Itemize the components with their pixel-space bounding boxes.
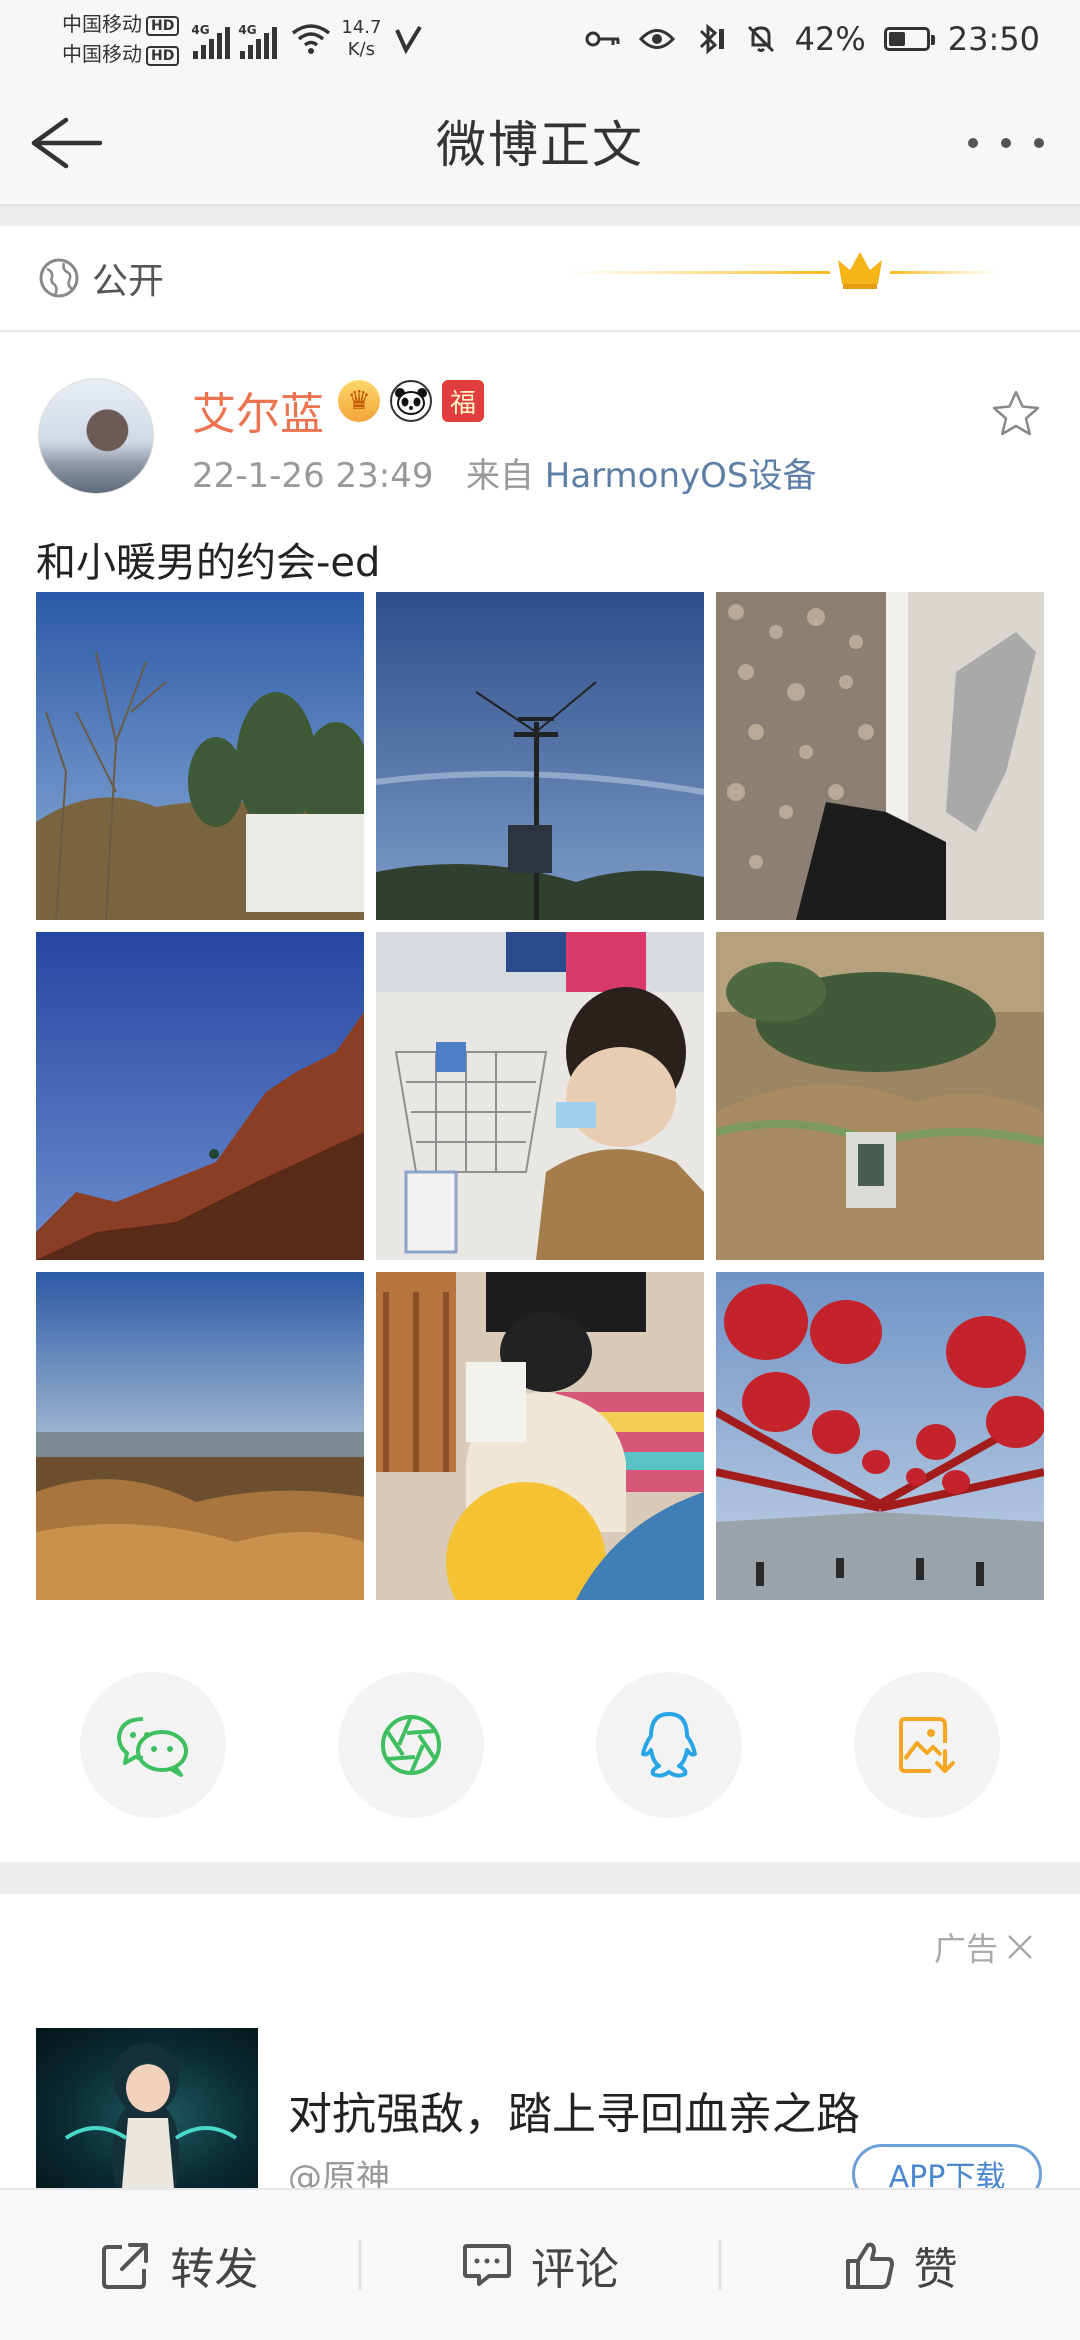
top-nav-bar: 微博正文 — [0, 78, 1080, 206]
dot-icon — [968, 138, 978, 148]
share-row — [80, 1672, 1000, 1818]
network-type-label: 4G — [238, 23, 257, 37]
back-arrow-icon[interactable] — [26, 108, 106, 178]
thumbs-up-icon — [845, 2242, 894, 2289]
moments-aperture-icon — [381, 1715, 441, 1775]
battery-icon — [883, 27, 935, 51]
user-badges: ♛ 福 — [338, 380, 484, 422]
photo-thumbnail[interactable] — [716, 592, 1044, 920]
carrier-info: 中国移动 HD 中国移动 HD — [62, 9, 180, 69]
photo-thumbnail[interactable] — [36, 1272, 364, 1600]
battery-percent: 42% — [794, 20, 866, 58]
panda-badge-icon[interactable] — [390, 380, 432, 422]
comment-icon — [463, 2244, 511, 2286]
hd-icon: HD — [146, 45, 180, 66]
more-options-button[interactable] — [968, 118, 1044, 168]
ad-label-text: 广告 — [934, 1930, 999, 1968]
visibility-label: 公开 — [92, 261, 165, 302]
user-avatar[interactable] — [38, 378, 154, 494]
globe-icon — [39, 258, 79, 298]
bottom-action-bar: 转发 评论 赞 — [0, 2188, 1080, 2340]
photo-thumbnail[interactable] — [36, 932, 364, 1260]
clock: 23:50 — [947, 20, 1040, 58]
vpn-check-icon — [395, 25, 423, 54]
signal-icon: 4G — [191, 23, 231, 59]
fu-badge-icon[interactable]: 福 — [442, 380, 484, 422]
comment-label: 评论 — [531, 2244, 619, 2295]
ad-tag: 广告 — [934, 1924, 1034, 1970]
photo-thumbnail[interactable] — [36, 592, 364, 920]
dot-icon — [1034, 138, 1044, 148]
share-qq-button[interactable] — [596, 1672, 742, 1818]
network-speed-value: 14.7 — [341, 17, 382, 38]
vip-crown-badge-icon[interactable]: ♛ — [338, 380, 380, 422]
signal-group: 4G 4G — [191, 19, 278, 59]
save-images-button[interactable] — [854, 1672, 1000, 1818]
repost-icon — [102, 2243, 149, 2289]
like-label: 赞 — [913, 2244, 958, 2295]
status-bar: 中国移动 HD 中国移动 HD 4G 4G 14.7 K/s 42% 23:50 — [0, 0, 1080, 78]
photo-thumbnail[interactable] — [716, 932, 1044, 1260]
username[interactable]: 艾尔蓝 — [192, 378, 324, 442]
vip-crown-decoration — [560, 252, 1000, 289]
share-wechat-button[interactable] — [80, 1672, 226, 1818]
photo-grid — [36, 592, 1044, 1600]
post-meta: 22-1-26 23:49 来自 HarmonyOS设备 — [192, 448, 816, 497]
photo-thumbnail[interactable] — [376, 1272, 704, 1600]
ad-image[interactable] — [36, 2028, 258, 2188]
carrier-2: 中国移动 — [62, 42, 142, 66]
source-prefix: 来自 — [465, 456, 534, 496]
close-icon[interactable] — [1006, 1933, 1034, 1961]
mute-bell-icon — [747, 25, 774, 53]
image-download-icon — [899, 1717, 955, 1773]
repost-label: 转发 — [170, 2244, 259, 2295]
page-title: 微博正文 — [436, 116, 644, 174]
post-body-text: 和小暖男的约会-ed — [36, 540, 381, 586]
photo-thumbnail[interactable] — [376, 592, 704, 920]
like-button[interactable]: 赞 — [721, 2190, 1080, 2340]
visibility-row: 公开 — [0, 226, 1080, 332]
wechat-icon — [117, 1717, 188, 1777]
qq-penguin-icon — [641, 1712, 697, 1778]
photo-thumbnail[interactable] — [716, 1272, 1044, 1600]
dot-icon — [1001, 138, 1011, 148]
carrier-1: 中国移动 — [62, 12, 142, 36]
post-source-link[interactable]: HarmonyOS设备 — [545, 456, 817, 496]
ad-title[interactable]: 对抗强敌，踏上寻回血亲之路 — [288, 2078, 860, 2142]
network-speed-unit: K/s — [347, 39, 375, 60]
favorite-star-icon[interactable] — [990, 388, 1042, 440]
section-divider — [0, 1862, 1080, 1894]
bluetooth-vibrate-icon — [699, 23, 724, 55]
section-divider — [0, 206, 1080, 226]
post-timestamp: 22-1-26 23:49 — [192, 456, 434, 496]
wifi-icon — [292, 24, 331, 54]
signal-icon: 4G — [238, 23, 278, 59]
network-speed: 14.7 K/s — [341, 17, 381, 61]
eye-icon — [638, 29, 675, 49]
share-moments-button[interactable] — [338, 1672, 484, 1818]
weibo-detail-screen: 中国移动 HD 中国移动 HD 4G 4G 14.7 K/s 42% 23:50… — [0, 0, 1080, 2340]
repost-button[interactable]: 转发 — [0, 2190, 359, 2340]
status-right: 42% 23:50 — [585, 20, 1040, 58]
hd-icon: HD — [146, 15, 180, 36]
key-icon — [585, 31, 620, 47]
network-type-label: 4G — [191, 23, 210, 37]
photo-thumbnail[interactable] — [376, 932, 704, 1260]
comment-button[interactable]: 评论 — [361, 2190, 720, 2340]
